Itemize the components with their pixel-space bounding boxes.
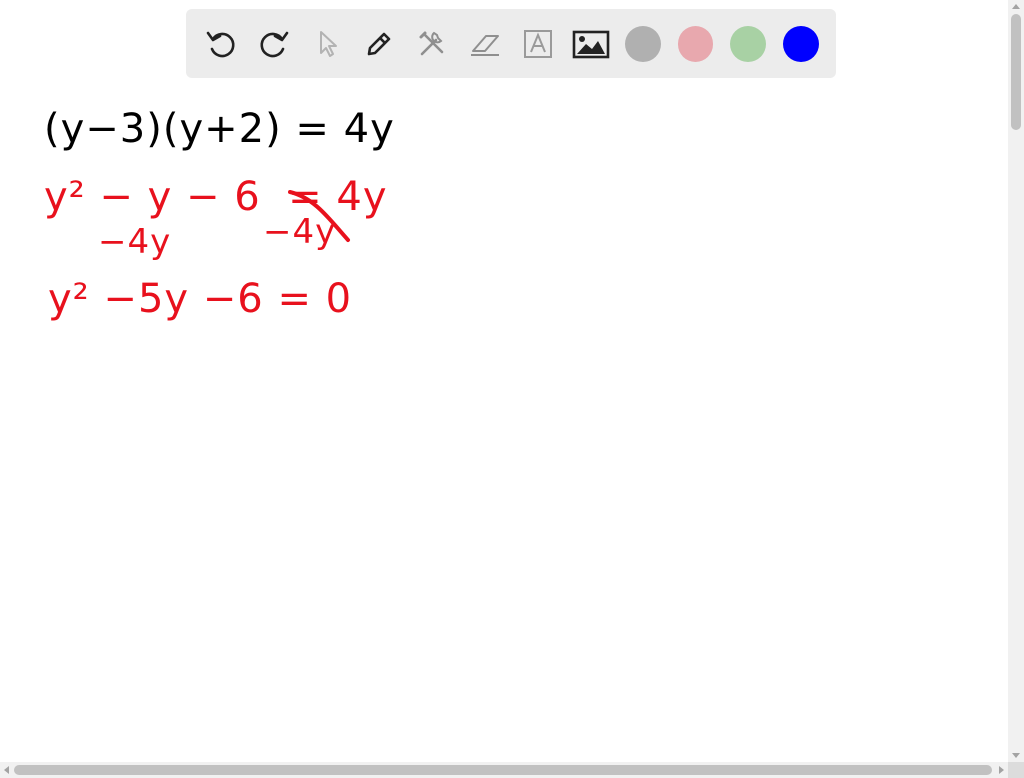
redo-button[interactable] xyxy=(255,25,293,63)
subtract-term-left: −4y xyxy=(98,222,172,262)
cancel-strike-mark xyxy=(288,190,350,242)
color-swatch-blue[interactable] xyxy=(783,25,819,62)
drawing-canvas[interactable]: (y−3)(y+2) = 4y y² − y − 6 = 4y −4y −4y … xyxy=(0,0,1008,762)
tools-icon xyxy=(419,31,444,55)
vertical-scrollbar[interactable] xyxy=(1008,0,1024,762)
color-swatch-green[interactable] xyxy=(730,25,767,62)
drawing-toolbar xyxy=(186,9,836,78)
horizontal-scrollbar[interactable] xyxy=(0,762,1008,778)
eraser-icon xyxy=(470,34,499,56)
color-swatch-pink[interactable] xyxy=(677,25,714,62)
image-button[interactable] xyxy=(572,25,610,63)
redo-icon xyxy=(260,31,289,57)
horizontal-scroll-thumb[interactable] xyxy=(14,765,992,775)
cursor-icon xyxy=(319,30,337,57)
scroll-right-arrow-icon[interactable] xyxy=(999,766,1004,774)
undo-button[interactable] xyxy=(202,25,240,63)
vertical-scroll-thumb[interactable] xyxy=(1011,14,1021,130)
eraser-button[interactable] xyxy=(466,25,504,63)
tools-button[interactable] xyxy=(413,25,451,63)
undo-icon xyxy=(206,31,235,57)
scroll-up-arrow-icon[interactable] xyxy=(1012,4,1020,9)
scrollbar-corner xyxy=(1008,762,1024,778)
text-icon xyxy=(523,29,552,58)
scroll-down-arrow-icon[interactable] xyxy=(1012,753,1020,758)
scroll-left-arrow-icon[interactable] xyxy=(4,766,9,774)
color-swatch-gray[interactable] xyxy=(624,25,661,62)
text-button[interactable] xyxy=(519,25,557,63)
pencil-icon xyxy=(368,32,391,55)
equation-line-1: (y−3)(y+2) = 4y xyxy=(44,106,395,152)
select-button[interactable] xyxy=(308,25,346,63)
pen-button[interactable] xyxy=(360,25,398,63)
equation-line-3: y² −5y −6 = 0 xyxy=(48,276,353,322)
image-icon xyxy=(572,30,609,58)
